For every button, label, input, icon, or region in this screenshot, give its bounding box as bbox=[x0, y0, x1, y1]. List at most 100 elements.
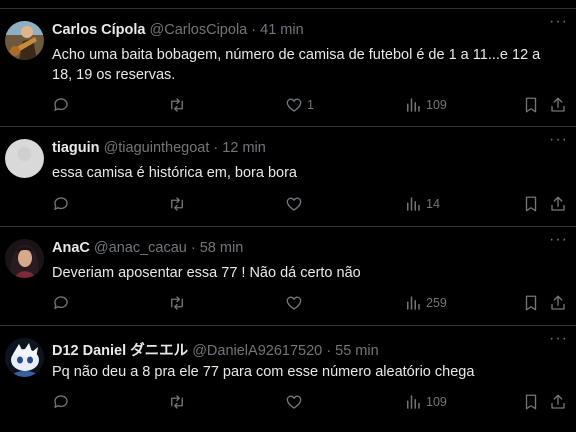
retweet-icon bbox=[171, 296, 183, 310]
tweet-text: Pq não deu a 8 pra ele 77 para com esse … bbox=[52, 362, 568, 382]
tweet-text: Acho uma baita bobagem, número de camisa… bbox=[52, 45, 568, 85]
bookmark-icon bbox=[525, 196, 537, 212]
avatar[interactable] bbox=[5, 239, 44, 278]
tweet-text-line: Acho uma baita bobagem, número de camisa… bbox=[52, 47, 541, 63]
share-button[interactable] bbox=[549, 195, 567, 213]
view-count: 14 bbox=[426, 197, 440, 211]
action-bar: 259 bbox=[52, 294, 568, 316]
avatar[interactable] bbox=[5, 139, 44, 178]
reply-button[interactable] bbox=[52, 294, 74, 312]
display-name[interactable]: Carlos Cípola bbox=[52, 22, 145, 38]
timestamp[interactable]: 58 min bbox=[200, 240, 244, 256]
timestamp[interactable]: 12 min bbox=[222, 140, 266, 156]
display-name[interactable]: tiaguin bbox=[52, 140, 100, 156]
share-icon bbox=[551, 196, 565, 211]
tweet-text: essa camisa é histórica em, bora bora bbox=[52, 163, 568, 183]
views-chart-icon bbox=[407, 98, 420, 112]
bookmark-button[interactable] bbox=[522, 393, 540, 411]
share-icon bbox=[551, 97, 565, 112]
like-button[interactable] bbox=[285, 393, 307, 411]
view-count: 109 bbox=[426, 98, 447, 112]
views-chart-icon bbox=[407, 296, 420, 310]
avatar-photo-icon bbox=[5, 21, 44, 60]
user-handle[interactable]: @tiaguinthegoat bbox=[104, 140, 210, 156]
like-button[interactable]: 1 bbox=[285, 96, 314, 114]
reply-icon bbox=[54, 98, 68, 111]
tweet-header: Carlos Cípola @CarlosCipola · 41 min bbox=[52, 22, 304, 38]
avatar[interactable] bbox=[5, 21, 44, 60]
bookmark-icon bbox=[525, 97, 537, 113]
separator: · bbox=[251, 22, 257, 38]
timestamp[interactable]: 41 min bbox=[260, 22, 304, 38]
views-button[interactable]: 14 bbox=[404, 195, 440, 213]
bookmark-button[interactable] bbox=[522, 294, 540, 312]
views-button[interactable]: 109 bbox=[404, 393, 447, 411]
heart-icon bbox=[286, 197, 302, 211]
bookmark-button[interactable] bbox=[522, 96, 540, 114]
display-name[interactable]: AnaC bbox=[52, 240, 90, 256]
views-button[interactable]: 109 bbox=[404, 96, 447, 114]
tweet-text: Deveriam aposentar essa 77 ! Não dá cert… bbox=[52, 263, 568, 283]
more-dots-icon[interactable]: ··· bbox=[549, 132, 568, 148]
like-count: 1 bbox=[307, 98, 314, 112]
view-count: 259 bbox=[426, 296, 447, 310]
retweet-button[interactable] bbox=[167, 96, 191, 114]
heart-icon bbox=[286, 98, 302, 112]
views-button[interactable]: 259 bbox=[404, 294, 447, 312]
tweet-header: tiaguin @tiaguinthegoat · 12 min bbox=[52, 140, 266, 156]
more-dots-icon[interactable]: ··· bbox=[549, 232, 568, 248]
share-icon bbox=[551, 295, 565, 310]
action-bar: 1 109 bbox=[52, 96, 568, 118]
bookmark-icon bbox=[525, 295, 537, 311]
views-chart-icon bbox=[407, 395, 420, 409]
reply-icon bbox=[54, 395, 68, 408]
reply-button[interactable] bbox=[52, 195, 74, 213]
views-chart-icon bbox=[407, 197, 420, 211]
tweet-text-line: essa camisa é histórica em, bora bora bbox=[52, 165, 297, 181]
reply-feed: Carlos Cípola @CarlosCipola · 41 min ···… bbox=[0, 8, 576, 432]
user-handle[interactable]: @anac_cacau bbox=[94, 240, 187, 256]
tweet-text-line: Deveriam aposentar essa 77 ! Não dá cert… bbox=[52, 265, 361, 281]
retweet-icon bbox=[171, 98, 183, 112]
separator: · bbox=[190, 240, 196, 256]
avatar[interactable] bbox=[5, 338, 44, 377]
share-button[interactable] bbox=[549, 393, 567, 411]
reply-icon bbox=[54, 197, 68, 210]
tweet-text-line: Pq não deu a 8 pra ele 77 para com esse … bbox=[52, 364, 475, 380]
like-button[interactable] bbox=[285, 294, 307, 312]
avatar-photo-icon bbox=[5, 239, 44, 278]
tweet-header: D12 Daniel ダニエル @DanielA92617520 · 55 mi… bbox=[52, 339, 379, 360]
retweet-button[interactable] bbox=[167, 393, 191, 411]
tweet[interactable]: AnaC @anac_cacau · 58 min ··· Deveriam a… bbox=[0, 226, 576, 325]
reply-button[interactable] bbox=[52, 96, 74, 114]
action-bar: 14 bbox=[52, 195, 568, 217]
timestamp[interactable]: 55 min bbox=[335, 343, 379, 359]
tweet[interactable]: tiaguin @tiaguinthegoat · 12 min ··· ess… bbox=[0, 126, 576, 226]
retweet-button[interactable] bbox=[167, 195, 191, 213]
heart-icon bbox=[286, 395, 302, 409]
more-dots-icon[interactable]: ··· bbox=[549, 14, 568, 30]
share-icon bbox=[551, 394, 565, 409]
more-dots-icon[interactable]: ··· bbox=[549, 331, 568, 347]
share-button[interactable] bbox=[549, 294, 567, 312]
user-handle[interactable]: @DanielA92617520 bbox=[192, 343, 322, 359]
tweet[interactable]: D12 Daniel ダニエル @DanielA92617520 · 55 mi… bbox=[0, 325, 576, 432]
reply-icon bbox=[54, 296, 68, 309]
tweet-header: AnaC @anac_cacau · 58 min bbox=[52, 240, 243, 256]
retweet-icon bbox=[171, 197, 183, 211]
avatar-character-icon bbox=[5, 338, 44, 377]
display-name[interactable]: D12 Daniel ダニエル bbox=[52, 343, 188, 359]
separator: · bbox=[326, 343, 332, 359]
retweet-button[interactable] bbox=[167, 294, 191, 312]
user-handle[interactable]: @CarlosCipola bbox=[150, 22, 248, 38]
tweet-text-line: 18, 19 os reservas. bbox=[52, 67, 176, 83]
share-button[interactable] bbox=[549, 96, 567, 114]
view-count: 109 bbox=[426, 395, 447, 409]
tweet[interactable]: Carlos Cípola @CarlosCipola · 41 min ···… bbox=[0, 8, 576, 126]
bookmark-button[interactable] bbox=[522, 195, 540, 213]
heart-icon bbox=[286, 296, 302, 310]
reply-button[interactable] bbox=[52, 393, 74, 411]
default-avatar-icon bbox=[5, 139, 44, 178]
like-button[interactable] bbox=[285, 195, 307, 213]
bookmark-icon bbox=[525, 394, 537, 410]
